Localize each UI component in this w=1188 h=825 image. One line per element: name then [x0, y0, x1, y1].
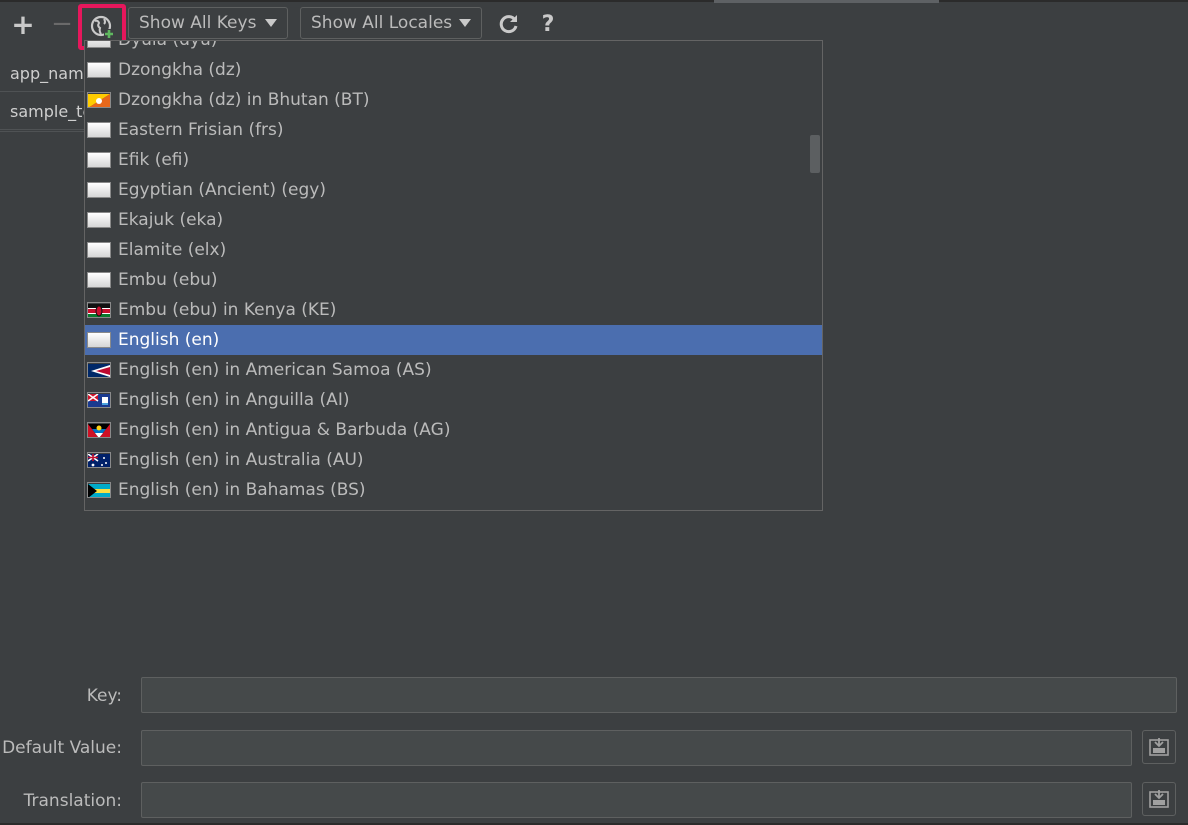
chevron-down-icon — [459, 19, 471, 27]
refresh-button[interactable] — [494, 6, 524, 42]
locale-list-item-label: Dyula (dyu) — [118, 40, 218, 50]
locales-filter-dropdown[interactable]: Show All Locales — [300, 7, 482, 39]
locales-filter-value: Show All Locales — [311, 13, 453, 33]
blank-flag-icon — [87, 41, 111, 48]
locale-list-item[interactable]: Dzongkha (dz) in Bhutan (BT) — [85, 85, 822, 115]
keys-filter-value: Show All Keys — [139, 13, 257, 33]
locale-list-item[interactable]: Dzongkha (dz) — [85, 55, 822, 85]
locale-list-item-label: Eastern Frisian (frs) — [118, 120, 284, 140]
locale-list-item[interactable]: Ekajuk (eka) — [85, 205, 822, 235]
locale-list-item[interactable]: English (en) in Anguilla (AI) — [85, 385, 822, 415]
blank-flag-icon — [87, 182, 111, 198]
bahamas-flag-icon — [87, 482, 111, 498]
locale-list-item-label: Embu (ebu) — [118, 270, 218, 290]
blank-flag-icon — [87, 152, 111, 168]
locale-list-item-label: Dzongkha (dz) — [118, 60, 242, 80]
table-row[interactable]: sample_text — [0, 94, 86, 130]
key-label: Key: — [86, 686, 122, 706]
locale-list-item[interactable]: Egyptian (Ancient) (egy) — [85, 175, 822, 205]
add-key-button[interactable]: + — [8, 6, 38, 42]
locale-list-item[interactable]: English (en) in Antigua & Barbuda (AG) — [85, 415, 822, 445]
locale-list-item-label: Elamite (elx) — [118, 240, 227, 260]
table-row-divider — [0, 131, 86, 132]
key-field[interactable] — [141, 677, 1177, 713]
translation-field[interactable] — [141, 782, 1132, 818]
default-value-field[interactable] — [141, 730, 1132, 766]
default-value-expand-button[interactable] — [1142, 730, 1176, 764]
locale-list-item-label: Efik (efi) — [118, 150, 190, 170]
locale-list-item[interactable]: English (en) in Australia (AU) — [85, 445, 822, 475]
keys-filter-dropdown[interactable]: Show All Keys — [128, 7, 288, 39]
anguilla-flag-icon — [87, 392, 111, 408]
blank-flag-icon — [87, 242, 111, 258]
chevron-down-icon — [265, 19, 277, 27]
refresh-icon — [499, 15, 518, 34]
scrollbar-thumb[interactable] — [810, 135, 820, 173]
locale-list-item[interactable]: English (en) in Bahamas (BS) — [85, 475, 822, 505]
blank-flag-icon — [87, 62, 111, 78]
blank-flag-icon — [87, 272, 111, 288]
key-cell: app_name — [10, 64, 86, 83]
blank-flag-icon — [87, 212, 111, 228]
locale-list-item[interactable]: English (en) in American Samoa (AS) — [85, 355, 822, 385]
key-cell: sample_text — [10, 102, 86, 121]
locale-list-item-label: English (en) in Antigua & Barbuda (AG) — [118, 420, 451, 440]
locale-list-item-label: Ekajuk (eka) — [118, 210, 224, 230]
locale-list-item[interactable]: Dyula (dyu) — [85, 40, 822, 55]
default-value-label: Default Value: — [2, 738, 122, 758]
blank-flag-icon — [87, 122, 111, 138]
australia-flag-icon — [87, 452, 111, 468]
locale-list: Dyula (dyu) Dzongkha (dz) Dzongkha (dz) in… — [85, 40, 822, 505]
bhutan-flag-icon — [87, 92, 111, 108]
translation-expand-button[interactable] — [1142, 782, 1176, 816]
globe-add-icon — [90, 15, 114, 39]
locale-list-item[interactable]: Efik (efi) — [85, 145, 822, 175]
plus-icon: + — [11, 7, 35, 41]
kenya-flag-icon — [87, 302, 111, 318]
help-button[interactable]: ? — [536, 6, 560, 42]
locale-dropdown-popup[interactable]: Dyula (dyu) Dzongkha (dz) Dzongkha (dz) in… — [84, 40, 823, 511]
locale-list-item-label: Egyptian (Ancient) (egy) — [118, 180, 326, 200]
locale-list-item[interactable]: Embu (ebu) in Kenya (KE) — [85, 295, 822, 325]
locale-list-item[interactable]: Embu (ebu) — [85, 265, 822, 295]
question-icon: ? — [541, 11, 555, 37]
remove-key-button[interactable]: − — [48, 6, 76, 42]
locale-list-item[interactable]: Elamite (elx) — [85, 235, 822, 265]
expand-editor-icon — [1149, 790, 1169, 808]
american-samoa-flag-icon — [87, 362, 111, 378]
table-row[interactable]: app_name — [0, 56, 86, 92]
locale-list-item-label: English (en) in Australia (AU) — [118, 450, 364, 470]
window-top-border — [0, 0, 1188, 2]
locale-list-item-label: Dzongkha (dz) in Bhutan (BT) — [118, 90, 370, 110]
active-tab-indicator — [714, 0, 939, 3]
locale-list-item-label: English (en) in Anguilla (AI) — [118, 390, 350, 410]
locale-list-item-label: English (en) in Bahamas (BS) — [118, 480, 366, 500]
locale-list-item-label: English (en) in American Samoa (AS) — [118, 360, 432, 380]
locale-list-item-label: Embu (ebu) in Kenya (KE) — [118, 300, 337, 320]
blank-flag-icon — [87, 332, 111, 348]
antigua-flag-icon — [87, 422, 111, 438]
locale-list-item-label: English (en) — [118, 330, 220, 350]
locale-list-item[interactable]: English (en) — [85, 325, 822, 355]
expand-editor-icon — [1149, 738, 1169, 756]
minus-icon: − — [51, 9, 73, 39]
translation-label: Translation: — [23, 791, 122, 811]
toolbar: + − Show All Keys Show All Locales ? — [0, 4, 1188, 50]
locale-list-item[interactable]: Eastern Frisian (frs) — [85, 115, 822, 145]
